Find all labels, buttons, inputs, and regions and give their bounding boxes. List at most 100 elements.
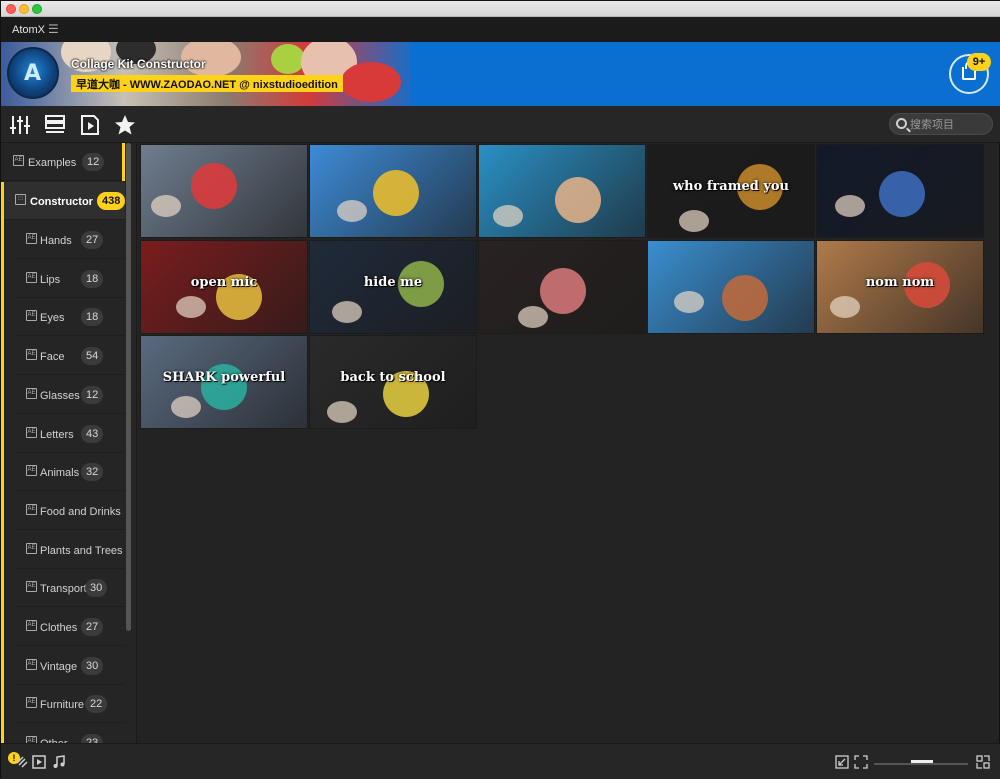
ae-file-icon: AE — [26, 503, 37, 515]
sidebar-item-other[interactable]: AEOther23 — [15, 724, 125, 743]
thumbnail-caption: back to school — [340, 370, 446, 385]
count-badge: 18 — [81, 269, 104, 288]
ae-file-icon: AE — [26, 697, 37, 709]
sidebar-item-food-and-drinks[interactable]: AE Food and Drinks — [15, 492, 125, 530]
folder-icon: □ — [15, 194, 26, 205]
count-badge: 18 — [81, 308, 104, 327]
minimize-window-button[interactable] — [19, 4, 29, 14]
thumbnail-art — [835, 195, 865, 217]
ae-file-icon: AE — [26, 736, 37, 743]
thumbnail-art — [337, 200, 367, 222]
template-thumbnail[interactable] — [478, 239, 646, 334]
sidebar-item-label: Hands — [40, 235, 72, 247]
thumbnail-art — [555, 177, 601, 223]
hamburger-icon[interactable]: ☰ — [48, 22, 59, 36]
search-box[interactable] — [889, 113, 993, 135]
thumbnail-caption: hide me — [363, 274, 423, 290]
sidebar-item-label: Animals — [40, 467, 80, 480]
sidebar-item-examples[interactable]: AE Examples 12 — [1, 143, 125, 181]
sidebar-item-label: Face — [40, 351, 65, 364]
thumbnail-caption: SHARK powerful — [162, 370, 286, 385]
count-badge: 30 — [81, 656, 104, 675]
thumbnail-caption: who framed you — [672, 179, 790, 194]
title-bar — [1, 1, 1000, 17]
video-icon[interactable] — [32, 755, 46, 769]
thumbnail-caption: nom nom — [865, 274, 935, 290]
ae-file-icon: AE — [26, 310, 37, 322]
thumbnail-art — [879, 171, 925, 217]
sidebar-item-lips[interactable]: AE Lips 18 — [15, 260, 125, 298]
bottom-bar: ! — [1, 743, 1000, 779]
ae-file-icon: AE — [26, 271, 37, 283]
template-thumbnail[interactable] — [816, 144, 984, 238]
close-window-button[interactable] — [6, 4, 16, 14]
count-badge: 30 — [85, 579, 108, 598]
template-thumbnail[interactable]: open mic — [140, 239, 308, 334]
search-input[interactable] — [910, 115, 990, 133]
template-thumbnail[interactable]: who framed you — [647, 144, 815, 238]
sidebar-scrollbar[interactable] — [126, 143, 131, 631]
count-badge: 23 — [81, 734, 104, 743]
sidebar-item-constructor[interactable]: □ Constructor 438 — [1, 182, 126, 220]
banner-subtitle: 早道大咖 - WWW.ZAODAO.NET @ nixstudioedition — [71, 75, 343, 92]
sidebar-item-label: Examples — [28, 157, 77, 169]
banner-collage-image — [1, 42, 411, 106]
sidebar-item-label: Glasses — [40, 389, 80, 402]
template-thumbnail[interactable]: SHARK powerful — [140, 335, 308, 429]
count-badge: 438 — [97, 192, 126, 210]
star-icon[interactable] — [114, 114, 136, 136]
zoom-slider-thumb[interactable] — [911, 760, 933, 763]
sidebar-item-letters[interactable]: AE Letters 43 — [15, 415, 125, 453]
count-badge: 12 — [82, 153, 105, 171]
cart-badge: 9+ — [967, 53, 991, 71]
attachment-icon[interactable] — [15, 755, 29, 769]
sidebar-item-label: Transport — [40, 583, 87, 596]
fullscreen-icon[interactable] — [976, 755, 990, 769]
media-file-icon[interactable] — [79, 114, 101, 136]
template-thumbnail[interactable]: nom nom — [816, 239, 984, 334]
sidebar-item-face[interactable]: AE Face 54 — [15, 337, 125, 376]
music-icon[interactable] — [52, 755, 66, 769]
product-banner[interactable]: A Collage Kit Constructor 早道大咖 - WWW.ZAO… — [1, 42, 1000, 106]
expand-icon[interactable] — [854, 755, 868, 769]
sidebar-item-transport[interactable]: AE Transport 30 — [15, 569, 125, 608]
sidebar-item-glasses[interactable]: AE Glasses 12 — [15, 376, 125, 414]
zoom-slider-track[interactable] — [874, 763, 968, 765]
sidebar-item-hands[interactable]: AE Hands 27 — [15, 221, 125, 259]
count-badge: 43 — [81, 424, 104, 443]
template-thumbnail[interactable] — [309, 144, 477, 238]
maximize-window-button[interactable] — [32, 4, 42, 14]
sidebar-item-label: Letters — [40, 428, 74, 441]
count-badge: 32 — [81, 463, 104, 482]
ae-file-icon: AE — [26, 620, 37, 631]
ae-file-icon: AE — [26, 387, 37, 399]
sidebar-item-label: Lips — [40, 273, 61, 286]
sidebar-item-label: Clothes — [40, 622, 78, 634]
template-thumbnail[interactable] — [478, 144, 646, 238]
sidebar-item-eyes[interactable]: AE Eyes 18 — [15, 298, 125, 337]
list-layout-icon[interactable] — [44, 114, 66, 136]
collapse-icon[interactable] — [835, 755, 849, 769]
sidebar-item-furniture[interactable]: AE Furniture 22 — [15, 685, 125, 724]
sidebar-item-label: Constructor — [30, 196, 93, 208]
sidebar-item-plants-and-trees[interactable]: AE Plants and Trees — [15, 531, 125, 569]
thumbnail-art — [191, 163, 237, 209]
ae-file-icon: AE — [13, 155, 24, 166]
examples-accent-line — [122, 143, 125, 181]
template-thumbnail[interactable] — [140, 144, 308, 238]
sidebar-item-label: Plants and Trees — [40, 544, 123, 557]
template-thumbnail[interactable]: back to school — [309, 335, 477, 429]
thumbnail-art — [540, 267, 586, 314]
sliders-icon[interactable] — [9, 114, 31, 136]
sidebar-item-clothes[interactable]: AE Clothes 27 — [15, 608, 125, 646]
sidebar-item-vintage[interactable]: AE Vintage 30 — [15, 647, 125, 685]
ae-file-icon: AE — [26, 233, 37, 244]
sidebar-item-animals[interactable]: AE Animals 32 — [15, 453, 125, 492]
template-thumbnail[interactable]: hide me — [309, 239, 477, 334]
constructor-accent-line — [1, 182, 4, 743]
count-badge: 12 — [81, 385, 104, 404]
ae-file-icon: AE — [26, 465, 37, 477]
toolbar — [1, 106, 1000, 143]
template-thumbnail[interactable] — [647, 239, 815, 334]
count-badge: 54 — [81, 347, 104, 366]
